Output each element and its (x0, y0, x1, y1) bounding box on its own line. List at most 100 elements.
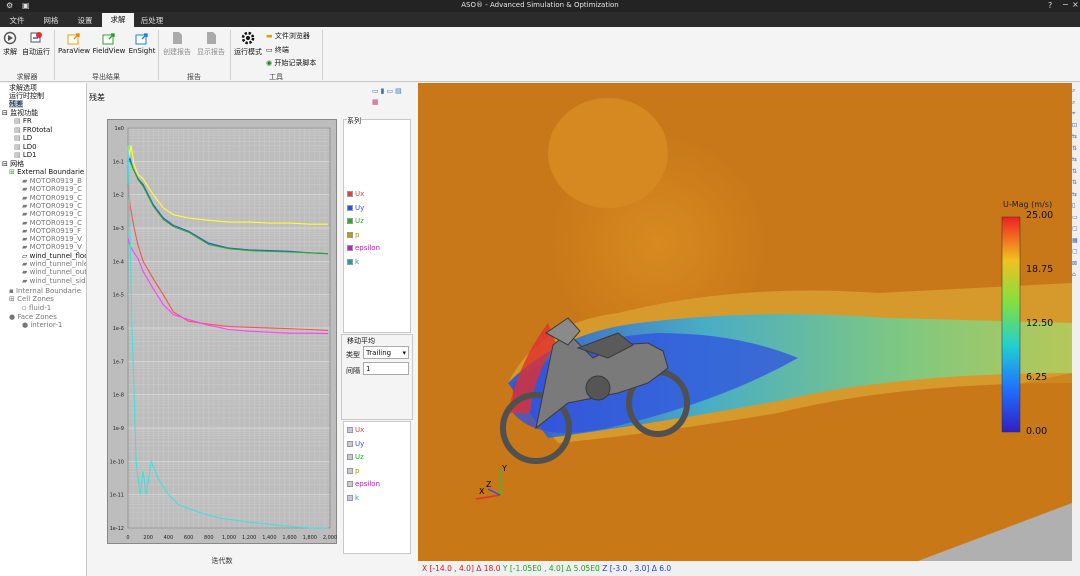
legend-item-p[interactable]: p (347, 231, 359, 239)
tree-cell-zones[interactable]: ⊞ Cell Zones (9, 295, 54, 303)
ma-legend-item-k[interactable]: k (347, 494, 359, 502)
settings-icon[interactable]: ▦ (372, 98, 379, 106)
residual-plot: 1e0 1e-1 1e-2 1e-3 1e-4 1e-5 1e-6 1e-7 1e-8 1e-9 1… (107, 119, 337, 544)
tree-monitor-item[interactable]: ▤ FR (14, 117, 32, 125)
tree-internal-boundaries[interactable]: ▪ Internal Boundarie (9, 287, 81, 295)
checkbox[interactable] (347, 454, 353, 461)
ensight-button[interactable]: EnSight (127, 31, 157, 55)
type-label: 类型 (346, 351, 360, 359)
tree-external-boundaries[interactable]: ⊞ External Boundarie (9, 168, 84, 176)
series-line-Uz (128, 160, 329, 255)
tree-boundary-item[interactable]: ▰ wind_tunnel_inle (22, 260, 86, 268)
print-icon[interactable]: ▤ (395, 87, 404, 95)
auto-run-button[interactable]: 自动运行 (20, 31, 52, 57)
tab-file[interactable]: 文件 (4, 14, 30, 27)
tab-mesh[interactable]: 网格 (36, 14, 66, 27)
zone-icon: ● (9, 313, 16, 321)
tree-boundary-item[interactable]: ▰ MOTOR0919_V (22, 243, 82, 251)
checkbox[interactable] (347, 427, 353, 433)
x-tick-label: 1,800 (303, 535, 317, 541)
paraview-button[interactable]: ParaView (57, 31, 91, 55)
legend-item-Ux[interactable]: Ux (347, 190, 364, 198)
grid-icon: ⊞ (9, 295, 15, 303)
checkbox[interactable] (347, 467, 353, 474)
fieldview-button[interactable]: FieldView (92, 31, 126, 55)
solve-button[interactable]: 求解 (2, 31, 18, 57)
checkbox[interactable] (347, 204, 353, 211)
zone-icon: ▫ (22, 304, 27, 312)
tree-solve-options[interactable]: 求解选项 (9, 84, 37, 92)
tab-postprocess[interactable]: 后处理 (136, 14, 168, 27)
x-tick-label: 200 (143, 535, 153, 541)
tree-fluid[interactable]: ▫ fluid-1 (22, 304, 51, 312)
tree-boundary-item[interactable]: ▰ MOTOR0919_C (22, 202, 82, 210)
group-tools-label: 工具 (269, 73, 283, 81)
ma-legend-item-p[interactable]: p (347, 467, 359, 475)
ma-legend-item-Uy[interactable]: Uy (347, 440, 364, 448)
status-z-label: Z (602, 564, 608, 573)
tree-monitor-item[interactable]: ▤ LD0 (14, 143, 37, 151)
tree-boundary-item[interactable]: ▰ MOTOR0919_C (22, 210, 82, 218)
export-icon (102, 33, 115, 45)
tree-monitors[interactable]: ⊟ 监视功能 (2, 109, 38, 117)
run-mode-button[interactable]: 运行模式 (232, 31, 264, 57)
checkbox[interactable] (347, 191, 353, 197)
tree-boundary-item[interactable]: ▱ wind_tunnel_floo (22, 252, 86, 260)
x-tick-label: 1,600 (282, 535, 296, 541)
checkbox[interactable] (347, 245, 353, 252)
ma-legend-item-Uz[interactable]: Uz (347, 453, 364, 461)
checkbox[interactable] (347, 218, 353, 225)
tree-boundary-item[interactable]: ▰ MOTOR0919_C (22, 194, 82, 202)
group-export-label: 导出结果 (92, 73, 120, 81)
tree-face-zones[interactable]: ● Face Zones (9, 313, 57, 321)
tree-runtime-control[interactable]: 运行时控制 (9, 92, 44, 100)
create-report-button[interactable]: 创建报告 (160, 31, 194, 57)
close-icon[interactable]: × (1072, 0, 1079, 9)
project-tree: 求解选项 运行时控制 残差 ⊟ 监视功能 ▤ FR ▤ FR0total ▤ LD ▤… (0, 83, 86, 576)
collapse-icon[interactable]: ⊟ (2, 109, 8, 117)
show-report-button[interactable]: 显示报告 (194, 31, 228, 57)
checkbox[interactable] (347, 231, 353, 238)
tree-boundary-item[interactable]: ▰ MOTOR0919_C (22, 219, 82, 227)
checkbox[interactable] (347, 495, 353, 501)
tree-boundary-item[interactable]: ▰ wind_tunnel_out (22, 268, 86, 276)
tree-monitor-item[interactable]: ▤ FR0total (14, 126, 52, 134)
interval-input[interactable]: 1 (363, 362, 409, 375)
menu-bar: 文件 网格 设置 求解 后处理 (0, 12, 1080, 27)
tree-boundary-item[interactable]: ▰ MOTOR0919_C (22, 185, 82, 193)
tree-mesh[interactable]: ⊟ 网格 (2, 160, 24, 168)
view-tool-icons[interactable]: ⌕ ⌕ ⌖ ⊡ ⇆ ⇅ ⇆ ⇅ ⇅ ⇆ ▯ ▭ ▢ ▦ ▢ ⊠ ⌂ (1072, 85, 1078, 281)
tree-interior[interactable]: ● interior-1 (22, 321, 62, 329)
tree-monitor-item[interactable]: ▤ LD (14, 134, 32, 142)
layout-icon[interactable]: ▭ (372, 87, 381, 95)
type-select[interactable]: Trailing ▾ (363, 346, 409, 359)
checkbox[interactable] (347, 481, 353, 488)
tab-solve[interactable]: 求解 (102, 13, 134, 27)
checkbox[interactable] (347, 259, 353, 265)
legend-item-k[interactable]: k (347, 258, 359, 266)
legend-item-Uy[interactable]: Uy (347, 204, 364, 212)
tree-monitor-item[interactable]: ▤ LD1 (14, 151, 37, 159)
tree-boundary-item[interactable]: ▰ MOTOR0919_V (22, 235, 82, 243)
file-browser-button[interactable]: ▬ 文件浏览器 (266, 31, 310, 41)
ma-legend-item-Ux[interactable]: Ux (347, 426, 364, 434)
ma-legend-item-epsilon[interactable]: epsilon (347, 480, 380, 488)
tree-boundary-item[interactable]: ▰ MOTOR0919_F (22, 227, 81, 235)
tree-boundary-item[interactable]: ▰ MOTOR0919_B (22, 177, 82, 185)
tree-boundary-item[interactable]: ▰ wind_tunnel_sid (22, 277, 86, 285)
zone-icon: ● (22, 321, 29, 329)
terminal-button[interactable]: ▭ 终端 (266, 45, 289, 55)
3d-viewport[interactable]: Y Z X (418, 83, 1072, 561)
export-icon[interactable]: ▭ (386, 87, 395, 95)
collapse-icon[interactable]: ⊟ (2, 160, 8, 168)
help-icon[interactable]: ? (1048, 1, 1052, 10)
chart-icon: ▤ (14, 117, 21, 125)
tree-residuals[interactable]: 残差 (9, 100, 23, 108)
legend-item-Uz[interactable]: Uz (347, 217, 364, 225)
record-script-button[interactable]: ◉ 开始记录脚本 (266, 58, 316, 68)
minimize-icon[interactable]: − (1062, 0, 1069, 9)
checkbox[interactable] (347, 440, 353, 447)
legend-item-epsilon[interactable]: epsilon (347, 244, 380, 252)
tab-setup[interactable]: 设置 (70, 14, 100, 27)
group-solver-label: 求解器 (16, 73, 38, 81)
